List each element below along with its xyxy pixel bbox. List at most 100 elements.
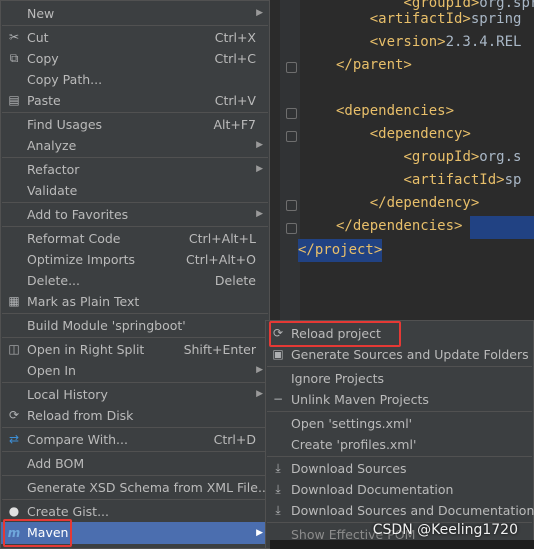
menu-separator bbox=[2, 313, 268, 314]
menu-item-download-sources-and-docs[interactable]: ⤓ Download Sources and Documentation bbox=[266, 500, 534, 521]
watermark: CSDN @Keeling1720 bbox=[372, 522, 518, 538]
fold-icon[interactable] bbox=[286, 108, 297, 119]
fold-icon[interactable] bbox=[286, 200, 297, 211]
code-line: </dependency> bbox=[369, 195, 480, 211]
menu-item-label: Copy Path... bbox=[27, 72, 103, 87]
menu-item-reformat-code[interactable]: Reformat Code Ctrl+Alt+L bbox=[1, 228, 269, 249]
scissors-icon: ✂ bbox=[8, 30, 20, 44]
context-menu: New ▶ ✂ Cut Ctrl+X ⧉ Copy Ctrl+C Copy Path...… bbox=[0, 0, 270, 549]
menu-item-open-in[interactable]: Open In ▶ bbox=[1, 360, 269, 381]
submenu-arrow-icon: ▶ bbox=[256, 389, 263, 399]
menu-item-label: Copy bbox=[27, 51, 59, 66]
menu-item-label: Download Sources and Documentation bbox=[291, 503, 534, 518]
highlight-box bbox=[3, 519, 72, 547]
menu-separator bbox=[2, 226, 268, 227]
menu-item-compare-with[interactable]: ⇄ Compare With... Ctrl+D bbox=[1, 429, 269, 450]
menu-separator bbox=[267, 411, 532, 412]
code-line: <groupId>org.s bbox=[403, 149, 522, 165]
shortcut-label: Ctrl+Alt+L bbox=[188, 231, 256, 246]
menu-separator bbox=[267, 366, 532, 367]
code-line: </dependencies> bbox=[336, 218, 463, 234]
code-line-current: </project> bbox=[298, 239, 383, 262]
plain-text-icon: ▦ bbox=[8, 294, 20, 308]
split-view-icon: ◫ bbox=[8, 342, 20, 356]
code-line: <version>2.3.4.REL bbox=[369, 34, 522, 50]
menu-separator bbox=[2, 427, 268, 428]
menu-item-paste[interactable]: ▤ Paste Ctrl+V bbox=[1, 90, 269, 111]
menu-item-cut[interactable]: ✂ Cut Ctrl+X bbox=[1, 27, 269, 48]
menu-item-label: Mark as Plain Text bbox=[27, 294, 140, 309]
menu-item-unlink-maven-projects[interactable]: − Unlink Maven Projects bbox=[266, 389, 533, 410]
menu-item-label: Generate XSD Schema from XML File... bbox=[27, 480, 270, 495]
copy-icon: ⧉ bbox=[9, 51, 19, 65]
generate-folder-icon: ▣ bbox=[272, 347, 284, 361]
menu-item-reload-from-disk[interactable]: ⟳ Reload from Disk bbox=[1, 405, 269, 426]
code-line: <artifactId>spring bbox=[369, 11, 522, 27]
download-icon: ⤓ bbox=[275, 503, 281, 517]
menu-item-download-documentation[interactable]: ⤓ Download Documentation bbox=[266, 479, 533, 500]
shortcut-label: Delete bbox=[214, 273, 256, 288]
highlight-box bbox=[269, 321, 401, 347]
menu-item-local-history[interactable]: Local History ▶ bbox=[1, 384, 269, 405]
menu-separator bbox=[2, 157, 268, 158]
menu-item-label: Compare With... bbox=[27, 432, 128, 447]
menu-item-copy-path[interactable]: Copy Path... bbox=[1, 69, 269, 90]
shortcut-label: Ctrl+X bbox=[214, 30, 256, 45]
menu-separator bbox=[2, 475, 268, 476]
menu-item-build-module[interactable]: Build Module 'springboot' bbox=[1, 315, 269, 336]
shortcut-label: Ctrl+Alt+O bbox=[186, 252, 256, 267]
menu-item-create-profiles-xml[interactable]: Create 'profiles.xml' bbox=[266, 434, 533, 455]
shortcut-label: Ctrl+V bbox=[214, 93, 256, 108]
fold-icon[interactable] bbox=[286, 62, 297, 73]
menu-item-label: Reformat Code bbox=[27, 231, 121, 246]
menu-item-label: Unlink Maven Projects bbox=[291, 392, 429, 407]
menu-item-label: Paste bbox=[27, 93, 61, 108]
menu-item-add-bom[interactable]: Add BOM bbox=[1, 453, 269, 474]
menu-item-label: Reload from Disk bbox=[27, 408, 134, 423]
clipboard-icon: ▤ bbox=[8, 93, 20, 107]
menu-item-copy[interactable]: ⧉ Copy Ctrl+C bbox=[1, 48, 269, 69]
menu-item-generate-xsd[interactable]: Generate XSD Schema from XML File... bbox=[1, 477, 270, 498]
menu-separator bbox=[2, 337, 268, 338]
reload-icon: ⟳ bbox=[8, 408, 20, 422]
menu-item-label: Download Documentation bbox=[291, 482, 454, 497]
menu-item-validate[interactable]: Validate bbox=[1, 180, 269, 201]
menu-separator bbox=[2, 202, 268, 203]
compare-icon: ⇄ bbox=[8, 432, 20, 446]
menu-item-find-usages[interactable]: Find Usages Alt+F7 bbox=[1, 114, 269, 135]
menu-item-label: Open In bbox=[27, 363, 76, 378]
menu-item-new[interactable]: New ▶ bbox=[1, 3, 269, 24]
menu-separator bbox=[2, 451, 268, 452]
menu-item-optimize-imports[interactable]: Optimize Imports Ctrl+Alt+O bbox=[1, 249, 269, 270]
menu-item-label: Validate bbox=[27, 183, 78, 198]
menu-item-label: Add BOM bbox=[27, 456, 85, 471]
menu-item-mark-as-plain-text[interactable]: ▦ Mark as Plain Text bbox=[1, 291, 269, 312]
submenu-arrow-icon: ▶ bbox=[256, 140, 263, 150]
menu-separator bbox=[2, 25, 268, 26]
submenu-arrow-icon: ▶ bbox=[256, 365, 263, 375]
menu-item-add-to-favorites[interactable]: Add to Favorites ▶ bbox=[1, 204, 269, 225]
menu-item-ignore-projects[interactable]: Ignore Projects bbox=[266, 368, 533, 389]
menu-item-label: Local History bbox=[27, 387, 108, 402]
submenu-arrow-icon: ▶ bbox=[256, 164, 263, 174]
fold-icon[interactable] bbox=[286, 223, 297, 234]
submenu-arrow-icon: ▶ bbox=[256, 209, 263, 219]
shortcut-label: Ctrl+D bbox=[213, 432, 256, 447]
menu-item-label: Download Sources bbox=[291, 461, 407, 476]
menu-item-label: Refactor bbox=[27, 162, 80, 177]
menu-item-analyze[interactable]: Analyze ▶ bbox=[1, 135, 269, 156]
menu-item-label: Open 'settings.xml' bbox=[291, 416, 413, 431]
menu-item-refactor[interactable]: Refactor ▶ bbox=[1, 159, 269, 180]
menu-item-download-sources[interactable]: ⤓ Download Sources bbox=[266, 458, 533, 479]
menu-item-generate-sources[interactable]: ▣ Generate Sources and Update Folders bbox=[266, 344, 533, 365]
menu-item-label: Optimize Imports bbox=[27, 252, 136, 267]
menu-item-label: Ignore Projects bbox=[291, 371, 384, 386]
menu-item-open-settings-xml[interactable]: Open 'settings.xml' bbox=[266, 413, 533, 434]
menu-item-delete[interactable]: Delete... Delete bbox=[1, 270, 269, 291]
code-line: </parent> bbox=[336, 57, 412, 73]
menu-item-label: Cut bbox=[27, 30, 49, 45]
fold-icon[interactable] bbox=[286, 131, 297, 142]
menu-item-label: Generate Sources and Update Folders bbox=[291, 347, 529, 362]
menu-item-open-in-right-split[interactable]: ◫ Open in Right Split Shift+Enter bbox=[1, 339, 269, 360]
menu-item-label: Build Module 'springboot' bbox=[27, 318, 186, 333]
